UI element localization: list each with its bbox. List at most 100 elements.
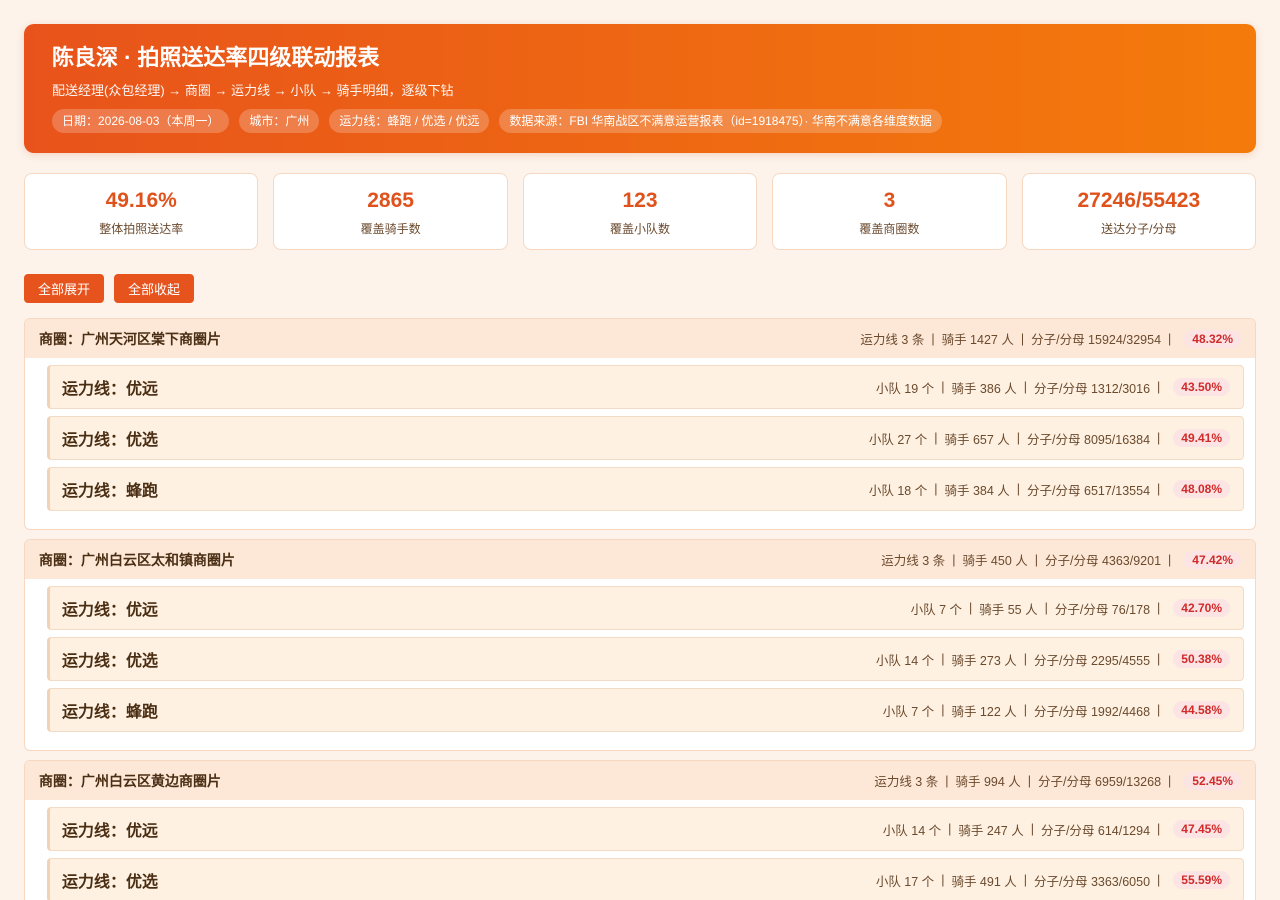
ratio-text: 分子/分母 6959/13268: [1038, 775, 1162, 789]
line-count: 运力线 3 条: [860, 333, 925, 347]
kpi-label: 送达分子/分母: [1101, 222, 1177, 236]
kpi-row: 49.16% 整体拍照送达率 2865 覆盖骑手数 123 覆盖小队数 3 覆盖…: [24, 173, 1257, 250]
line-name: 运力线：优选: [62, 432, 159, 449]
team-count: 小队 27 个: [868, 432, 928, 447]
line-row[interactable]: 运力线：优远 小队 7 个 | 骑手 55 人 | 分子/分母 76/178 | 42…: [47, 586, 1244, 630]
rate-badge: 55.59%: [1173, 871, 1230, 889]
line-name: 运力线：蜂跑: [62, 483, 159, 500]
line-stats: 小队 19 个 | 骑手 386 人 | 分子/分母 1312/3016 | 43.5…: [876, 378, 1230, 397]
line-name: 运力线：优远: [62, 381, 159, 398]
rider-count: 骑手 657 人: [944, 432, 1010, 447]
ratio-text: 分子/分母 15924/32954: [1031, 333, 1162, 347]
rate-badge: 50.38%: [1173, 650, 1230, 668]
line-count: 运力线 3 条: [874, 775, 939, 789]
line-tag: 运力线：蜂跑 / 优选 / 优远: [329, 109, 490, 133]
line-row[interactable]: 运力线：蜂跑 小队 7 个 | 骑手 122 人 | 分子/分母 1992/4468…: [47, 688, 1244, 732]
ratio-text: 分子/分母 1312/3016: [1034, 381, 1151, 396]
rate-badge: 42.70%: [1173, 599, 1230, 617]
rate-badge: 44.58%: [1173, 701, 1230, 719]
circle-card: 商圈：广州天河区棠下商圈片 运力线 3 条 | 骑手 1427 人 | 分子/分母 …: [24, 318, 1256, 530]
circle-name: 商圈：广州白云区黄边商圈片: [39, 772, 221, 789]
rate-badge: 49.41%: [1173, 429, 1230, 447]
line-name: 运力线：优远: [62, 602, 159, 619]
ratio-text: 分子/分母 1992/4468: [1034, 704, 1151, 719]
line-name: 运力线：优选: [62, 874, 159, 891]
circle-name: 商圈：广州天河区棠下商圈片: [39, 330, 221, 347]
rider-count: 骑手 386 人: [951, 381, 1017, 396]
circle-stats: 运力线 3 条 | 骑手 1427 人 | 分子/分母 15924/32954 | 4…: [860, 329, 1241, 348]
line-row[interactable]: 运力线：蜂跑 小队 18 个 | 骑手 384 人 | 分子/分母 6517/135…: [47, 467, 1244, 511]
line-stats: 小队 7 个 | 骑手 55 人 | 分子/分母 76/178 | 42.70%: [911, 599, 1230, 618]
team-count: 小队 14 个: [882, 823, 942, 838]
line-row[interactable]: 运力线：优选 小队 17 个 | 骑手 491 人 | 分子/分母 3363/605…: [47, 858, 1244, 900]
circle-list: 商圈：广州天河区棠下商圈片 运力线 3 条 | 骑手 1427 人 | 分子/分母 …: [24, 318, 1256, 900]
kpi-label: 覆盖骑手数: [360, 222, 421, 236]
city-tag: 城市：广州: [239, 109, 320, 133]
circle-header[interactable]: 商圈：广州白云区黄边商圈片 运力线 3 条 | 骑手 994 人 | 分子/分母 6…: [25, 761, 1255, 800]
ratio-text: 分子/分母 76/178: [1054, 602, 1151, 617]
line-row[interactable]: 运力线：优选 小队 27 个 | 骑手 657 人 | 分子/分母 8095/163…: [47, 416, 1244, 460]
kpi-value: 123: [622, 189, 658, 212]
circle-card: 商圈：广州白云区黄边商圈片 运力线 3 条 | 骑手 994 人 | 分子/分母 6…: [24, 760, 1256, 900]
line-stats: 小队 7 个 | 骑手 122 人 | 分子/分母 1992/4468 | 44.58…: [883, 701, 1230, 720]
line-name: 运力线：优选: [62, 653, 159, 670]
circle-header[interactable]: 商圈：广州白云区太和镇商圈片 运力线 3 条 | 骑手 450 人 | 分子/分母 …: [25, 540, 1255, 579]
ratio-text: 分子/分母 614/1294: [1040, 823, 1151, 838]
page-title: 陈良深 · 拍照送达率四级联动报表: [52, 45, 380, 70]
team-count: 小队 7 个: [910, 602, 962, 617]
rider-count: 骑手 384 人: [944, 483, 1010, 498]
line-name: 运力线：优远: [62, 823, 159, 840]
line-stats: 小队 27 个 | 骑手 657 人 | 分子/分母 8095/16384 | 49.…: [869, 429, 1230, 448]
rider-count: 骑手 273 人: [951, 653, 1017, 668]
line-stats: 小队 14 个 | 骑手 247 人 | 分子/分母 614/1294 | 47.45…: [883, 820, 1230, 839]
line-row[interactable]: 运力线：优远 小队 14 个 | 骑手 247 人 | 分子/分母 614/1294…: [47, 807, 1244, 851]
rider-count: 骑手 1427 人: [941, 333, 1014, 347]
team-count: 小队 17 个: [875, 874, 935, 889]
ratio-text: 分子/分母 3363/6050: [1034, 874, 1151, 889]
rider-count: 骑手 247 人: [958, 823, 1024, 838]
kpi-card-ratio: 27246/55423 送达分子/分母: [1021, 173, 1257, 250]
line-count: 运力线 3 条: [881, 554, 946, 568]
team-count: 小队 7 个: [882, 704, 935, 719]
kpi-card-circles: 3 覆盖商圈数: [772, 173, 1007, 250]
rider-count: 骑手 994 人: [955, 775, 1021, 789]
rate-badge: 47.42%: [1184, 550, 1241, 569]
line-row[interactable]: 运力线：优远 小队 19 个 | 骑手 386 人 | 分子/分母 1312/301…: [47, 365, 1244, 409]
rate-badge: 48.08%: [1173, 480, 1230, 498]
rate-badge: 52.45%: [1184, 771, 1241, 790]
rate-badge: 43.50%: [1173, 378, 1230, 396]
ratio-text: 分子/分母 2295/4555: [1034, 653, 1151, 668]
kpi-value: 49.16%: [105, 189, 177, 212]
line-stats: 小队 18 个 | 骑手 384 人 | 分子/分母 6517/13554 | 48.…: [869, 480, 1230, 499]
line-row[interactable]: 运力线：优选 小队 14 个 | 骑手 273 人 | 分子/分母 2295/455…: [47, 637, 1244, 681]
filter-tags: 日期：2026-08-03（本周一） 城市：广州 运力线：蜂跑 / 优选 / 优…: [52, 109, 1228, 133]
report-header: 陈良深 · 拍照送达率四级联动报表 配送经理(众包经理) → 商圈 → 运力线 …: [24, 24, 1256, 153]
expand-all-button[interactable]: 全部展开: [24, 274, 105, 303]
kpi-value: 27246/55423: [1077, 189, 1201, 212]
date-tag: 日期：2026-08-03（本周一）: [52, 109, 230, 133]
source-tag: 数据来源：FBI 华南战区不满意运营报表（id=1918475）· 华南不满意各…: [499, 109, 942, 133]
rider-count: 骑手 55 人: [979, 602, 1038, 617]
kpi-value: 2865: [367, 189, 414, 212]
kpi-value: 3: [883, 189, 896, 212]
circle-stats: 运力线 3 条 | 骑手 450 人 | 分子/分母 4363/9201 | 47.4…: [881, 550, 1241, 569]
kpi-label: 覆盖商圈数: [859, 222, 920, 236]
kpi-label: 整体拍照送达率: [99, 222, 184, 236]
rider-count: 骑手 122 人: [951, 704, 1017, 719]
kpi-label: 覆盖小队数: [610, 222, 671, 236]
toolbar: 全部展开 全部收起: [24, 274, 195, 303]
circle-header[interactable]: 商圈：广州天河区棠下商圈片 运力线 3 条 | 骑手 1427 人 | 分子/分母 …: [25, 319, 1255, 358]
line-stats: 小队 14 个 | 骑手 273 人 | 分子/分母 2295/4555 | 50.3…: [876, 650, 1230, 669]
ratio-text: 分子/分母 4363/9201: [1045, 554, 1162, 568]
rate-badge: 48.32%: [1184, 329, 1241, 348]
circle-card: 商圈：广州白云区太和镇商圈片 运力线 3 条 | 骑手 450 人 | 分子/分母 …: [24, 539, 1256, 751]
team-count: 小队 14 个: [875, 653, 935, 668]
kpi-card-rate: 49.16% 整体拍照送达率: [24, 173, 259, 250]
kpi-card-riders: 2865 覆盖骑手数: [273, 173, 508, 250]
circle-stats: 运力线 3 条 | 骑手 994 人 | 分子/分母 6959/13268 | 52.…: [874, 771, 1241, 790]
collapse-all-button[interactable]: 全部收起: [114, 274, 195, 303]
ratio-text: 分子/分母 6517/13554: [1027, 483, 1151, 498]
rider-count: 骑手 491 人: [951, 874, 1017, 889]
kpi-card-teams: 123 覆盖小队数: [522, 173, 758, 250]
page-subtitle: 配送经理(众包经理) → 商圈 → 运力线 → 小队 → 骑手明细，逐级下钻: [52, 83, 454, 98]
